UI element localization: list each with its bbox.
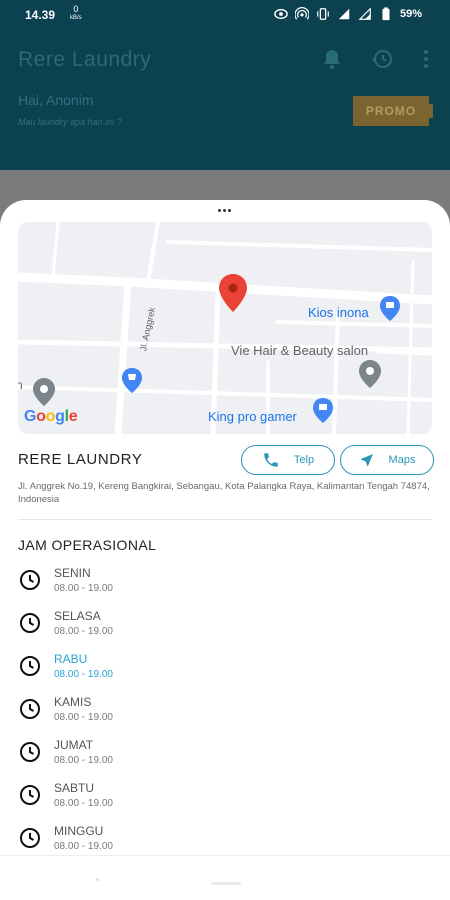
- network-speed-unit: kB/s: [70, 15, 82, 21]
- promo-button[interactable]: PROMO: [353, 96, 433, 126]
- status-bar: 14.39 0 kB/s 59%: [0, 0, 450, 30]
- hours-row-rabu: RABU 08.00 - 19.00: [18, 648, 432, 691]
- day-hours: 08.00 - 19.00: [54, 755, 113, 766]
- app-title: Rere Laundry: [18, 48, 152, 71]
- hotspot-icon: [294, 7, 309, 20]
- poi-pin-king[interactable]: [313, 398, 333, 423]
- poi-pin-kios[interactable]: [380, 296, 400, 321]
- more-vert-icon[interactable]: [414, 47, 438, 71]
- day-hours: 08.00 - 19.00: [54, 712, 113, 723]
- battery-icon: [382, 7, 390, 21]
- maps-button[interactable]: Maps: [340, 445, 434, 475]
- map-label-kios: Kios inona: [308, 305, 369, 320]
- navigation-icon: [360, 454, 373, 466]
- system-navigation-bar: [0, 855, 450, 900]
- hours-row-kamis: KAMIS 08.00 - 19.00: [18, 691, 432, 734]
- signal-4g-icon: [338, 8, 350, 20]
- nav-home-pill[interactable]: [211, 882, 241, 885]
- day-hours: 08.00 - 19.00: [54, 841, 113, 852]
- battery-percent: 59%: [399, 8, 422, 20]
- day-name: SELASA: [54, 609, 101, 623]
- status-icons: 59%: [274, 7, 422, 21]
- day-hours: 08.00 - 19.00: [54, 669, 113, 680]
- operating-hours-title: JAM OPERASIONAL: [18, 537, 157, 553]
- nav-back-dot[interactable]: [96, 878, 99, 881]
- map-roads: [18, 222, 432, 434]
- map-edge-label: n i: [18, 378, 23, 407]
- red-location-pin[interactable]: [219, 274, 247, 312]
- call-button[interactable]: Telp: [241, 445, 335, 475]
- app-header: Rere Laundry Hai, Anonim Mau laundry apa…: [0, 30, 450, 170]
- location-map[interactable]: Kios inona Vie Hair & Beauty salon King …: [18, 222, 432, 434]
- phone-icon: [264, 453, 278, 467]
- hours-row-senin: SENIN 08.00 - 19.00: [18, 562, 432, 605]
- poi-pin-grey[interactable]: [359, 360, 381, 388]
- network-speed-value: 0: [73, 4, 79, 14]
- sheet-drag-handle[interactable]: [218, 209, 234, 213]
- hours-row-selasa: SELASA 08.00 - 19.00: [18, 605, 432, 648]
- network-speed: 0 kB/s: [70, 5, 82, 23]
- divider: [18, 519, 432, 520]
- day-name: SABTU: [54, 781, 95, 795]
- day-name: SENIN: [54, 566, 91, 580]
- google-logo: Google: [24, 408, 78, 425]
- clock-icon: [20, 742, 40, 762]
- laundry-name: RERE LAUNDRY: [18, 451, 143, 468]
- clock-icon: [20, 785, 40, 805]
- day-name: KAMIS: [54, 695, 92, 709]
- laundry-detail-sheet: Kios inona Vie Hair & Beauty salon King …: [0, 200, 450, 900]
- day-hours: 08.00 - 19.00: [54, 626, 113, 637]
- maps-button-label: Maps: [388, 454, 416, 466]
- clock-icon: [20, 570, 40, 590]
- clock-icon: [20, 613, 40, 633]
- promo-label: PROMO: [365, 104, 417, 118]
- greeting-subtitle: Mau laundry apa hari ini ?: [18, 117, 122, 127]
- operating-hours-list: SENIN 08.00 - 19.00 SELASA 08.00 - 19.00…: [18, 562, 432, 863]
- map-label-king: King pro gamer: [208, 409, 297, 424]
- vibrate-icon: [317, 8, 329, 20]
- status-time: 14.39: [25, 8, 56, 22]
- day-name: MINGGU: [54, 824, 104, 838]
- eye-icon: [274, 8, 288, 20]
- greeting: Hai, Anonim: [18, 92, 94, 108]
- clock-icon: [20, 828, 40, 848]
- poi-pin-grey-left[interactable]: [33, 378, 55, 406]
- hours-row-sabtu: SABTU 08.00 - 19.00: [18, 777, 432, 820]
- day-hours: 08.00 - 19.00: [54, 798, 113, 809]
- history-icon[interactable]: [370, 47, 394, 71]
- hours-row-jumat: JUMAT 08.00 - 19.00: [18, 734, 432, 777]
- clock-icon: [20, 656, 40, 676]
- day-name: JUMAT: [54, 738, 94, 752]
- map-label-vie: Vie Hair & Beauty salon: [231, 343, 369, 358]
- bell-icon[interactable]: [320, 47, 344, 71]
- call-button-label: Telp: [293, 454, 315, 466]
- clock-icon: [20, 699, 40, 719]
- signal-icon: [358, 7, 371, 20]
- laundry-address: Jl. Anggrek No.19, Kereng Bangkirai, Seb…: [18, 481, 430, 505]
- day-name: RABU: [54, 652, 88, 666]
- day-hours: 08.00 - 19.00: [54, 583, 113, 594]
